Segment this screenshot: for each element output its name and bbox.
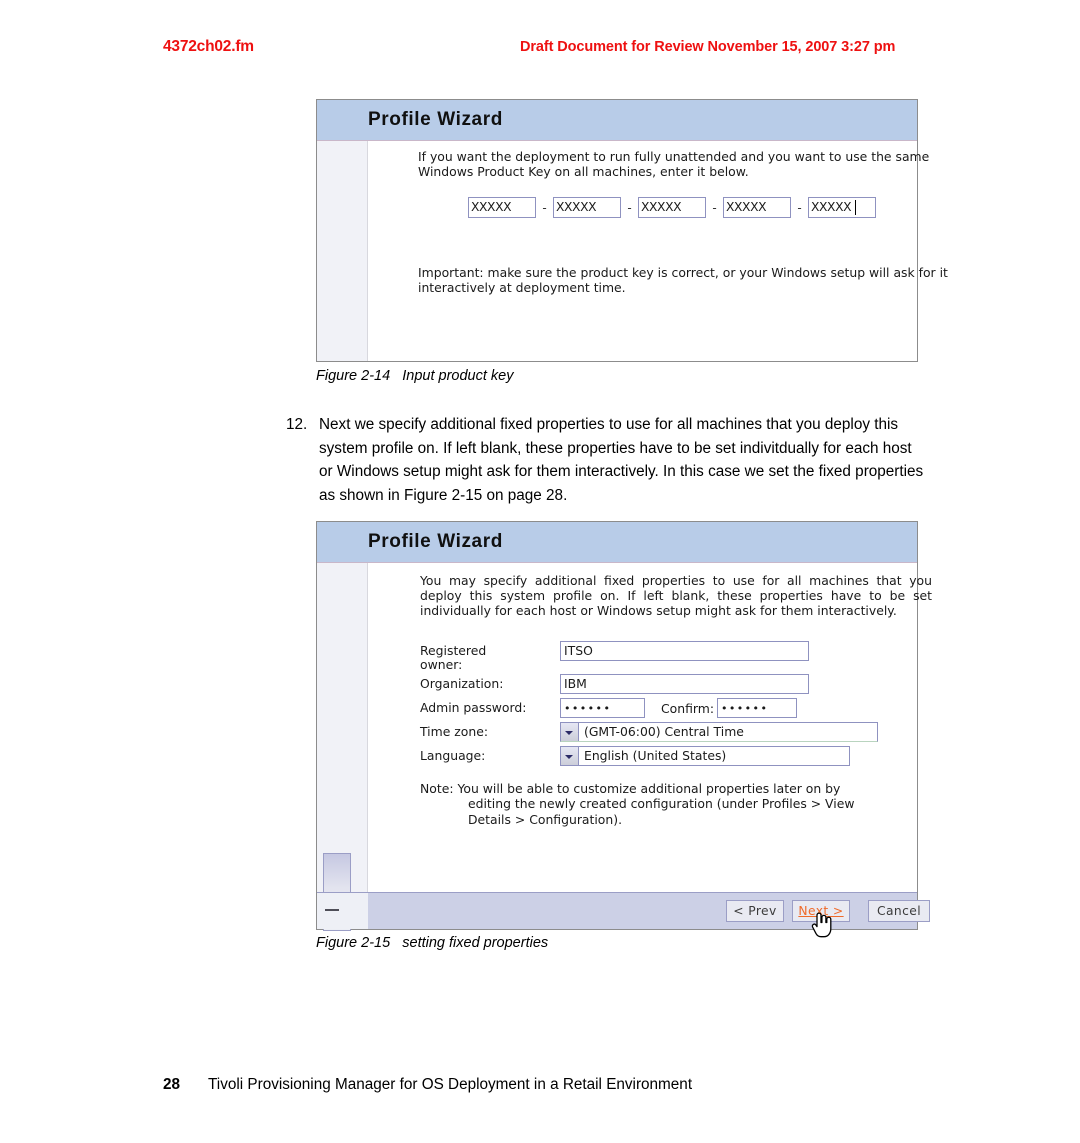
figure-2-14-caption: Figure 2-14 Input product key [316, 368, 514, 384]
time-zone-value: (GMT-06:00) Central Time [584, 724, 744, 739]
running-header: 4372ch02.fm Draft Document for Review No… [0, 38, 1080, 60]
next-button[interactable]: Next > [792, 900, 850, 922]
product-key-segment-3[interactable]: XXXXX [638, 197, 706, 218]
confirm-password-label: Confirm: [661, 701, 715, 716]
dialog-body: You may specify additional fixed propert… [368, 563, 932, 929]
organization-input[interactable]: IBM [560, 674, 809, 694]
rail-dash-marker [325, 909, 339, 911]
dialog-title: Profile Wizard [368, 109, 503, 130]
figure-2-14-caption-text: Input product key [402, 368, 514, 384]
button-bar-rail-cap [317, 892, 368, 929]
prev-button[interactable]: < Prev [726, 900, 784, 922]
admin-password-input[interactable]: •••••• [560, 698, 645, 718]
dialog-title-bar: Profile Wizard [317, 100, 917, 141]
dialog-left-rail [317, 141, 368, 361]
body-step-12: 12. Next we specify additional fixed pro… [286, 413, 926, 507]
dialog-title: Profile Wizard [368, 531, 503, 552]
profile-wizard-dialog-product-key: Profile Wizard If you want the deploymen… [316, 99, 948, 362]
note-line-2: editing the newly created configuration … [468, 796, 855, 812]
confirm-password-input[interactable]: •••••• [717, 698, 797, 718]
figure-2-15-caption-text: setting fixed properties [402, 935, 549, 951]
fixed-properties-intro-text: You may specify additional fixed propert… [420, 573, 932, 619]
product-key-separator: - [627, 200, 632, 215]
header-draft-notice: Draft Document for Review November 15, 2… [520, 39, 896, 55]
product-key-segment-5[interactable]: XXXXX [808, 197, 876, 218]
product-key-separator: - [797, 200, 802, 215]
organization-label: Organization: [420, 676, 504, 691]
fixed-properties-note: Note: You will be able to customize addi… [420, 781, 940, 827]
time-zone-label: Time zone: [420, 724, 488, 739]
step-text: Next we specify additional fixed propert… [319, 416, 924, 504]
product-key-separator: - [712, 200, 717, 215]
product-key-important-text: Important: make sure the product key is … [418, 265, 948, 296]
product-key-row: XXXXX - XXXXX - XXXXX - XXXXX - XXXXX [468, 197, 876, 218]
product-key-intro-text: If you want the deployment to run fully … [418, 149, 930, 180]
time-zone-select[interactable]: (GMT-06:00) Central Time [560, 722, 878, 742]
admin-password-label: Admin password: [420, 700, 527, 715]
product-key-separator: - [542, 200, 547, 215]
profile-wizard-dialog-fixed-properties: Profile Wizard You may specify additiona… [316, 521, 932, 938]
product-key-segment-2[interactable]: XXXXX [553, 197, 621, 218]
language-value: English (United States) [584, 748, 727, 763]
dialog-left-rail [317, 563, 368, 931]
cancel-button[interactable]: Cancel [868, 900, 930, 922]
form-row-organization: Organization: IBM [420, 674, 940, 698]
page-footer: 28 Tivoli Provisioning Manager for OS Dep… [163, 1076, 692, 1094]
form-row-registered-owner: Registered owner: ITSO [420, 641, 940, 674]
fixed-properties-form: Registered owner: ITSO Organization: IBM… [420, 641, 940, 770]
form-row-admin-password: Admin password: •••••• Confirm: •••••• [420, 698, 940, 722]
dialog-button-bar: < Prev Next > Cancel [368, 892, 930, 938]
language-label: Language: [420, 748, 486, 763]
registered-owner-label: Registered owner: [420, 643, 487, 672]
note-line-1: Note: You will be able to customize addi… [420, 781, 841, 796]
figure-2-15-caption-label: Figure 2-15 [316, 935, 391, 951]
figure-2-15-caption: Figure 2-15 setting fixed properties [316, 935, 548, 951]
chevron-down-icon[interactable] [561, 723, 579, 741]
note-line-3: Details > Configuration). [468, 811, 623, 827]
header-file-name: 4372ch02.fm [163, 38, 254, 55]
dialog-body: If you want the deployment to run fully … [368, 141, 948, 361]
page-number: 28 [163, 1076, 181, 1093]
chevron-down-icon[interactable] [561, 747, 579, 765]
book-title: Tivoli Provisioning Manager for OS Deplo… [208, 1076, 693, 1093]
step-number: 12. [286, 416, 308, 433]
dialog-title-bar: Profile Wizard [317, 522, 917, 563]
form-row-time-zone: Time zone: (GMT-06:00) Central Time [420, 722, 940, 746]
product-key-segment-1[interactable]: XXXXX [468, 197, 536, 218]
form-row-language: Language: English (United States) [420, 746, 940, 770]
product-key-segment-4[interactable]: XXXXX [723, 197, 791, 218]
language-select[interactable]: English (United States) [560, 746, 850, 766]
figure-2-14-caption-label: Figure 2-14 [316, 368, 391, 384]
registered-owner-input[interactable]: ITSO [560, 641, 809, 661]
